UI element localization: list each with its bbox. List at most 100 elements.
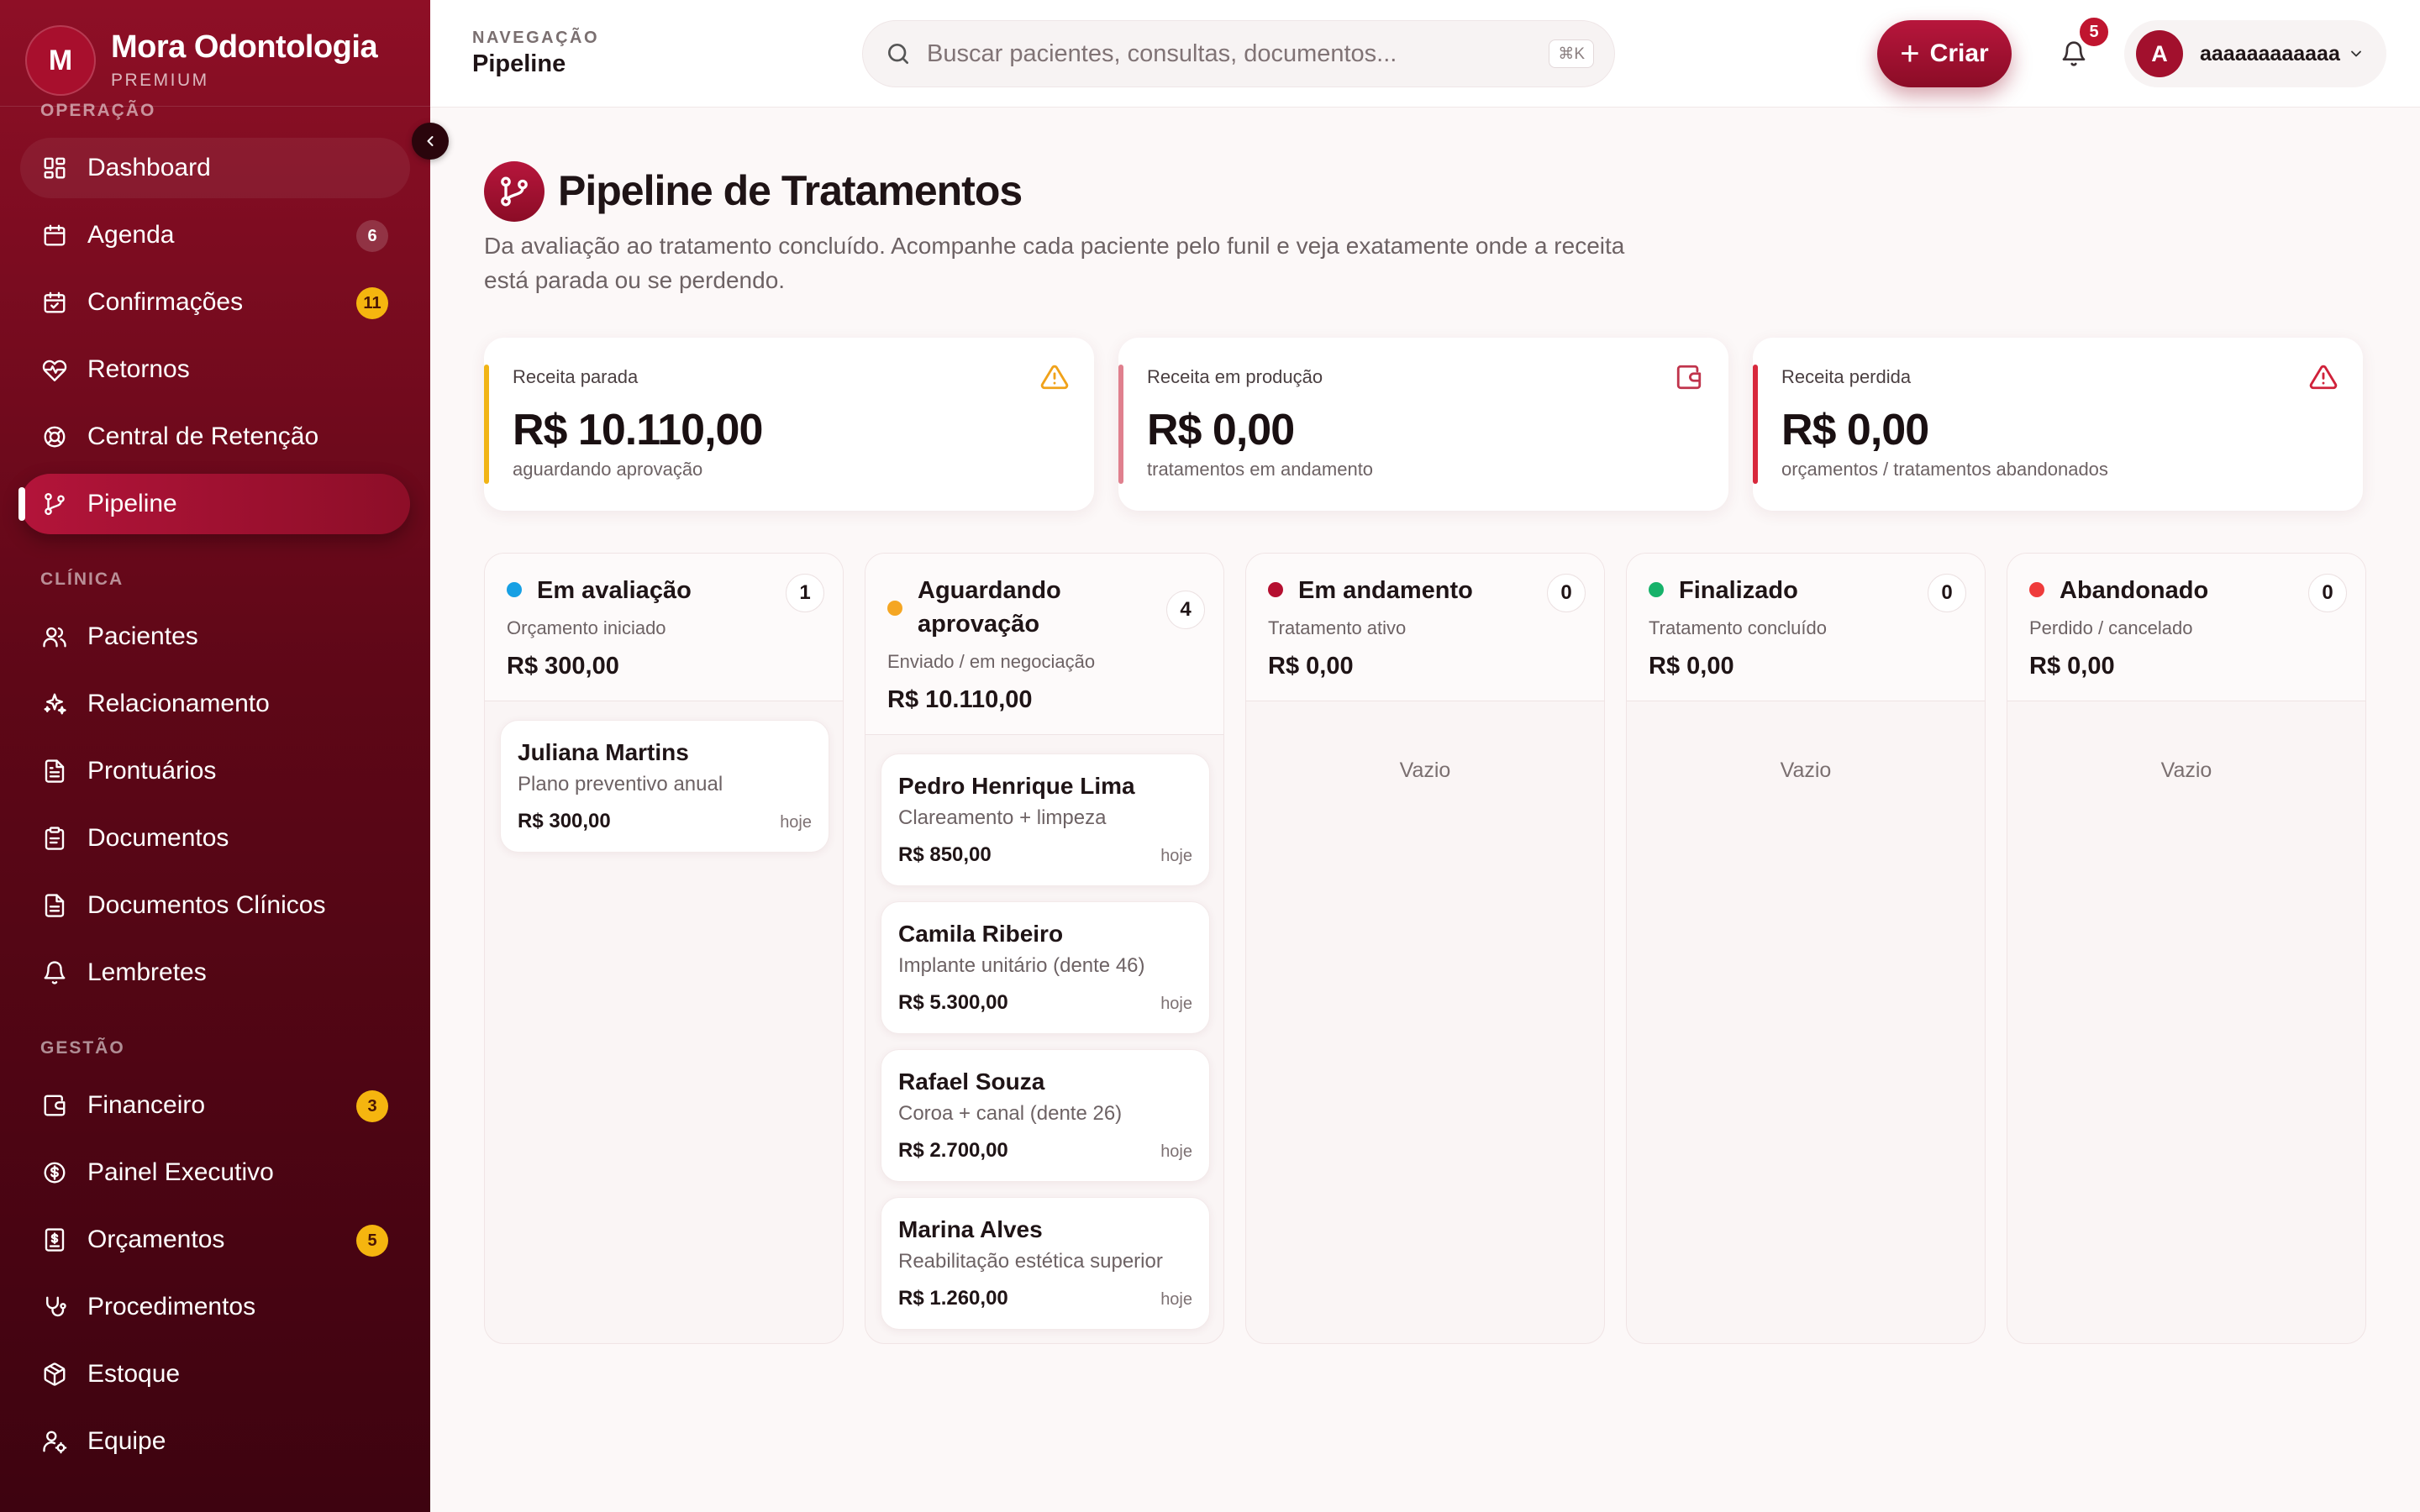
card-value: R$ 5.300,00: [898, 991, 1008, 1014]
kpi-subtitle: tratamentos em andamento: [1147, 459, 1374, 480]
column-header: Aguardando aprovação 4 Enviado / em nego…: [865, 554, 1223, 735]
breadcrumb-label: NAVEGAÇÃO: [472, 29, 600, 47]
sidebar-item-label: Relacionamento: [87, 690, 270, 717]
empty-state: Vazio: [1399, 759, 1451, 782]
column-header: Em avaliação 1 Orçamento iniciado R$ 300…: [485, 554, 843, 701]
sidebar-item-pacientes[interactable]: Pacientes: [20, 606, 410, 667]
kpi-accent-bar: [484, 365, 489, 484]
financeiro-badge: 3: [356, 1090, 388, 1122]
wallet-icon: [1675, 363, 1703, 391]
deal-card[interactable]: Marina Alves Reabilitação estética super…: [881, 1197, 1210, 1330]
column-title: Abandonado: [2060, 577, 2209, 604]
column-total: R$ 300,00: [507, 653, 619, 680]
clipboard-icon: [40, 824, 69, 853]
stethoscope-icon: [40, 1293, 69, 1321]
deal-card[interactable]: Pedro Henrique Lima Clareamento + limpez…: [881, 753, 1210, 886]
sidebar-item-label: Procedimentos: [87, 1293, 256, 1320]
user-menu[interactable]: A aaaaaaaaaaaa: [2124, 20, 2386, 87]
column-count: 0: [1928, 574, 1966, 612]
grid-icon: [40, 154, 69, 182]
receipt-icon: [40, 1226, 69, 1254]
sidebar-item-label: Estoque: [87, 1360, 181, 1388]
column-subtitle: Orçamento iniciado: [507, 617, 666, 638]
card-value: R$ 300,00: [518, 810, 611, 832]
sidebar-item-label: Prontuários: [87, 757, 217, 785]
patient-name: Marina Alves: [898, 1216, 1043, 1242]
create-button-label: Criar: [1929, 39, 1989, 67]
sidebar-item-documentos[interactable]: Documentos: [20, 808, 410, 869]
sidebar-item-prontuarios[interactable]: Prontuários: [20, 741, 410, 801]
sidebar-item-label: Retornos: [87, 355, 190, 383]
wallet-icon: [40, 1091, 69, 1120]
deal-card[interactable]: Rafael Souza Coroa + canal (dente 26) R$…: [881, 1049, 1210, 1182]
sidebar-item-documentos-clinicos[interactable]: Documentos Clínicos: [20, 875, 410, 936]
deal-card[interactable]: Juliana Martins Plano preventivo anual R…: [500, 720, 829, 853]
status-dot: [887, 601, 902, 616]
column-header: Finalizado 0 Tratamento concluído R$ 0,0…: [1627, 554, 1985, 701]
status-dot: [1268, 582, 1283, 597]
sidebar-item-label: Painel Executivo: [87, 1158, 274, 1186]
sidebar-item-relacionamento[interactable]: Relacionamento: [20, 674, 410, 734]
orcamentos-badge: 5: [356, 1225, 388, 1257]
column-subtitle: Tratamento ativo: [1268, 617, 1407, 638]
sidebar-item-procedimentos[interactable]: Procedimentos: [20, 1277, 410, 1337]
sidebar-item-lembretes[interactable]: Lembretes: [20, 942, 410, 1003]
kpi-subtitle: orçamentos / tratamentos abandonados: [1781, 459, 2108, 480]
search-bar[interactable]: ⌘K: [862, 20, 1615, 87]
kpi-value: R$ 0,00: [1781, 406, 1929, 454]
kpi-accent-bar: [1118, 365, 1123, 484]
package-icon: [40, 1360, 69, 1389]
treatment-description: Clareamento + limpeza: [898, 806, 1107, 829]
column-subtitle: Tratamento concluído: [1649, 617, 1827, 638]
column-total: R$ 0,00: [1649, 653, 1734, 680]
kpi-value: R$ 0,00: [1147, 406, 1295, 454]
confirmacoes-badge: 11: [356, 287, 388, 319]
sidebar-item-painel-executivo[interactable]: Painel Executivo: [20, 1142, 410, 1203]
kpi-receita-perdida: Receita perdida R$ 0,00 orçamentos / tra…: [1753, 338, 2363, 511]
sidebar-item-label: Documentos Clínicos: [87, 891, 326, 919]
pipeline-column-finalizado: Finalizado 0 Tratamento concluído R$ 0,0…: [1626, 553, 1986, 1344]
card-value: R$ 1.260,00: [898, 1287, 1008, 1310]
status-dot: [507, 582, 522, 597]
card-date: hoje: [1160, 1290, 1192, 1309]
active-indicator: [18, 487, 25, 521]
sidebar-item-financeiro[interactable]: Financeiro 3: [20, 1075, 410, 1136]
sidebar-item-retornos[interactable]: Retornos: [20, 339, 410, 400]
notifications-button[interactable]: 5: [2040, 15, 2111, 87]
column-title: Em avaliação: [537, 577, 692, 604]
kpi-receita-producao: Receita em produção R$ 0,00 tratamentos …: [1118, 338, 1728, 511]
sidebar-item-estoque[interactable]: Estoque: [20, 1344, 410, 1404]
sidebar-item-orcamentos[interactable]: Orçamentos 5: [20, 1210, 410, 1270]
sidebar-item-agenda[interactable]: Agenda 6: [20, 205, 410, 265]
search-input[interactable]: [927, 39, 1515, 68]
users-icon: [40, 622, 69, 651]
user-name: aaaaaaaaaaaa: [2200, 41, 2340, 66]
git-branch-icon: [40, 490, 69, 518]
create-button[interactable]: + Criar: [1877, 20, 2012, 87]
sidebar-collapse-button[interactable]: [412, 123, 449, 160]
kpi-accent-bar: [1753, 365, 1758, 484]
pipeline-column-abandonado: Abandonado 0 Perdido / cancelado R$ 0,00…: [2007, 553, 2366, 1344]
brand-tier: PREMIUM: [111, 71, 209, 90]
sidebar-item-confirmacoes[interactable]: Confirmações 11: [20, 272, 410, 333]
avatar: A: [2136, 30, 2183, 77]
brand[interactable]: M Mora Odontologia PREMIUM: [25, 18, 378, 102]
sidebar-item-pipeline[interactable]: Pipeline: [18, 474, 410, 534]
sidebar-item-equipe[interactable]: Equipe: [20, 1411, 410, 1472]
calendar-check-icon: [40, 288, 69, 317]
notifications-badge: 5: [2077, 15, 2111, 49]
file-text-icon: [40, 757, 69, 785]
sidebar-item-label: Agenda: [87, 221, 175, 249]
card-date: hoje: [1160, 1142, 1192, 1161]
agenda-badge: 6: [356, 220, 388, 252]
pipeline-column-em-andamento: Em andamento 0 Tratamento ativo R$ 0,00 …: [1245, 553, 1605, 1344]
sidebar-item-dashboard[interactable]: Dashboard: [20, 138, 410, 198]
sidebar-item-label: Pacientes: [87, 622, 198, 650]
alert-triangle-icon: [1040, 363, 1069, 391]
file-medical-icon: [40, 891, 69, 920]
user-cog-icon: [40, 1427, 69, 1456]
top-bar: NAVEGAÇÃO Pipeline ⌘K + Criar 5 A aaaaaa…: [430, 0, 2420, 108]
sidebar-item-central-retencao[interactable]: Central de Retenção: [20, 407, 410, 467]
deal-card[interactable]: Camila Ribeiro Implante unitário (dente …: [881, 901, 1210, 1034]
column-subtitle: Enviado / em negociação: [887, 651, 1096, 672]
